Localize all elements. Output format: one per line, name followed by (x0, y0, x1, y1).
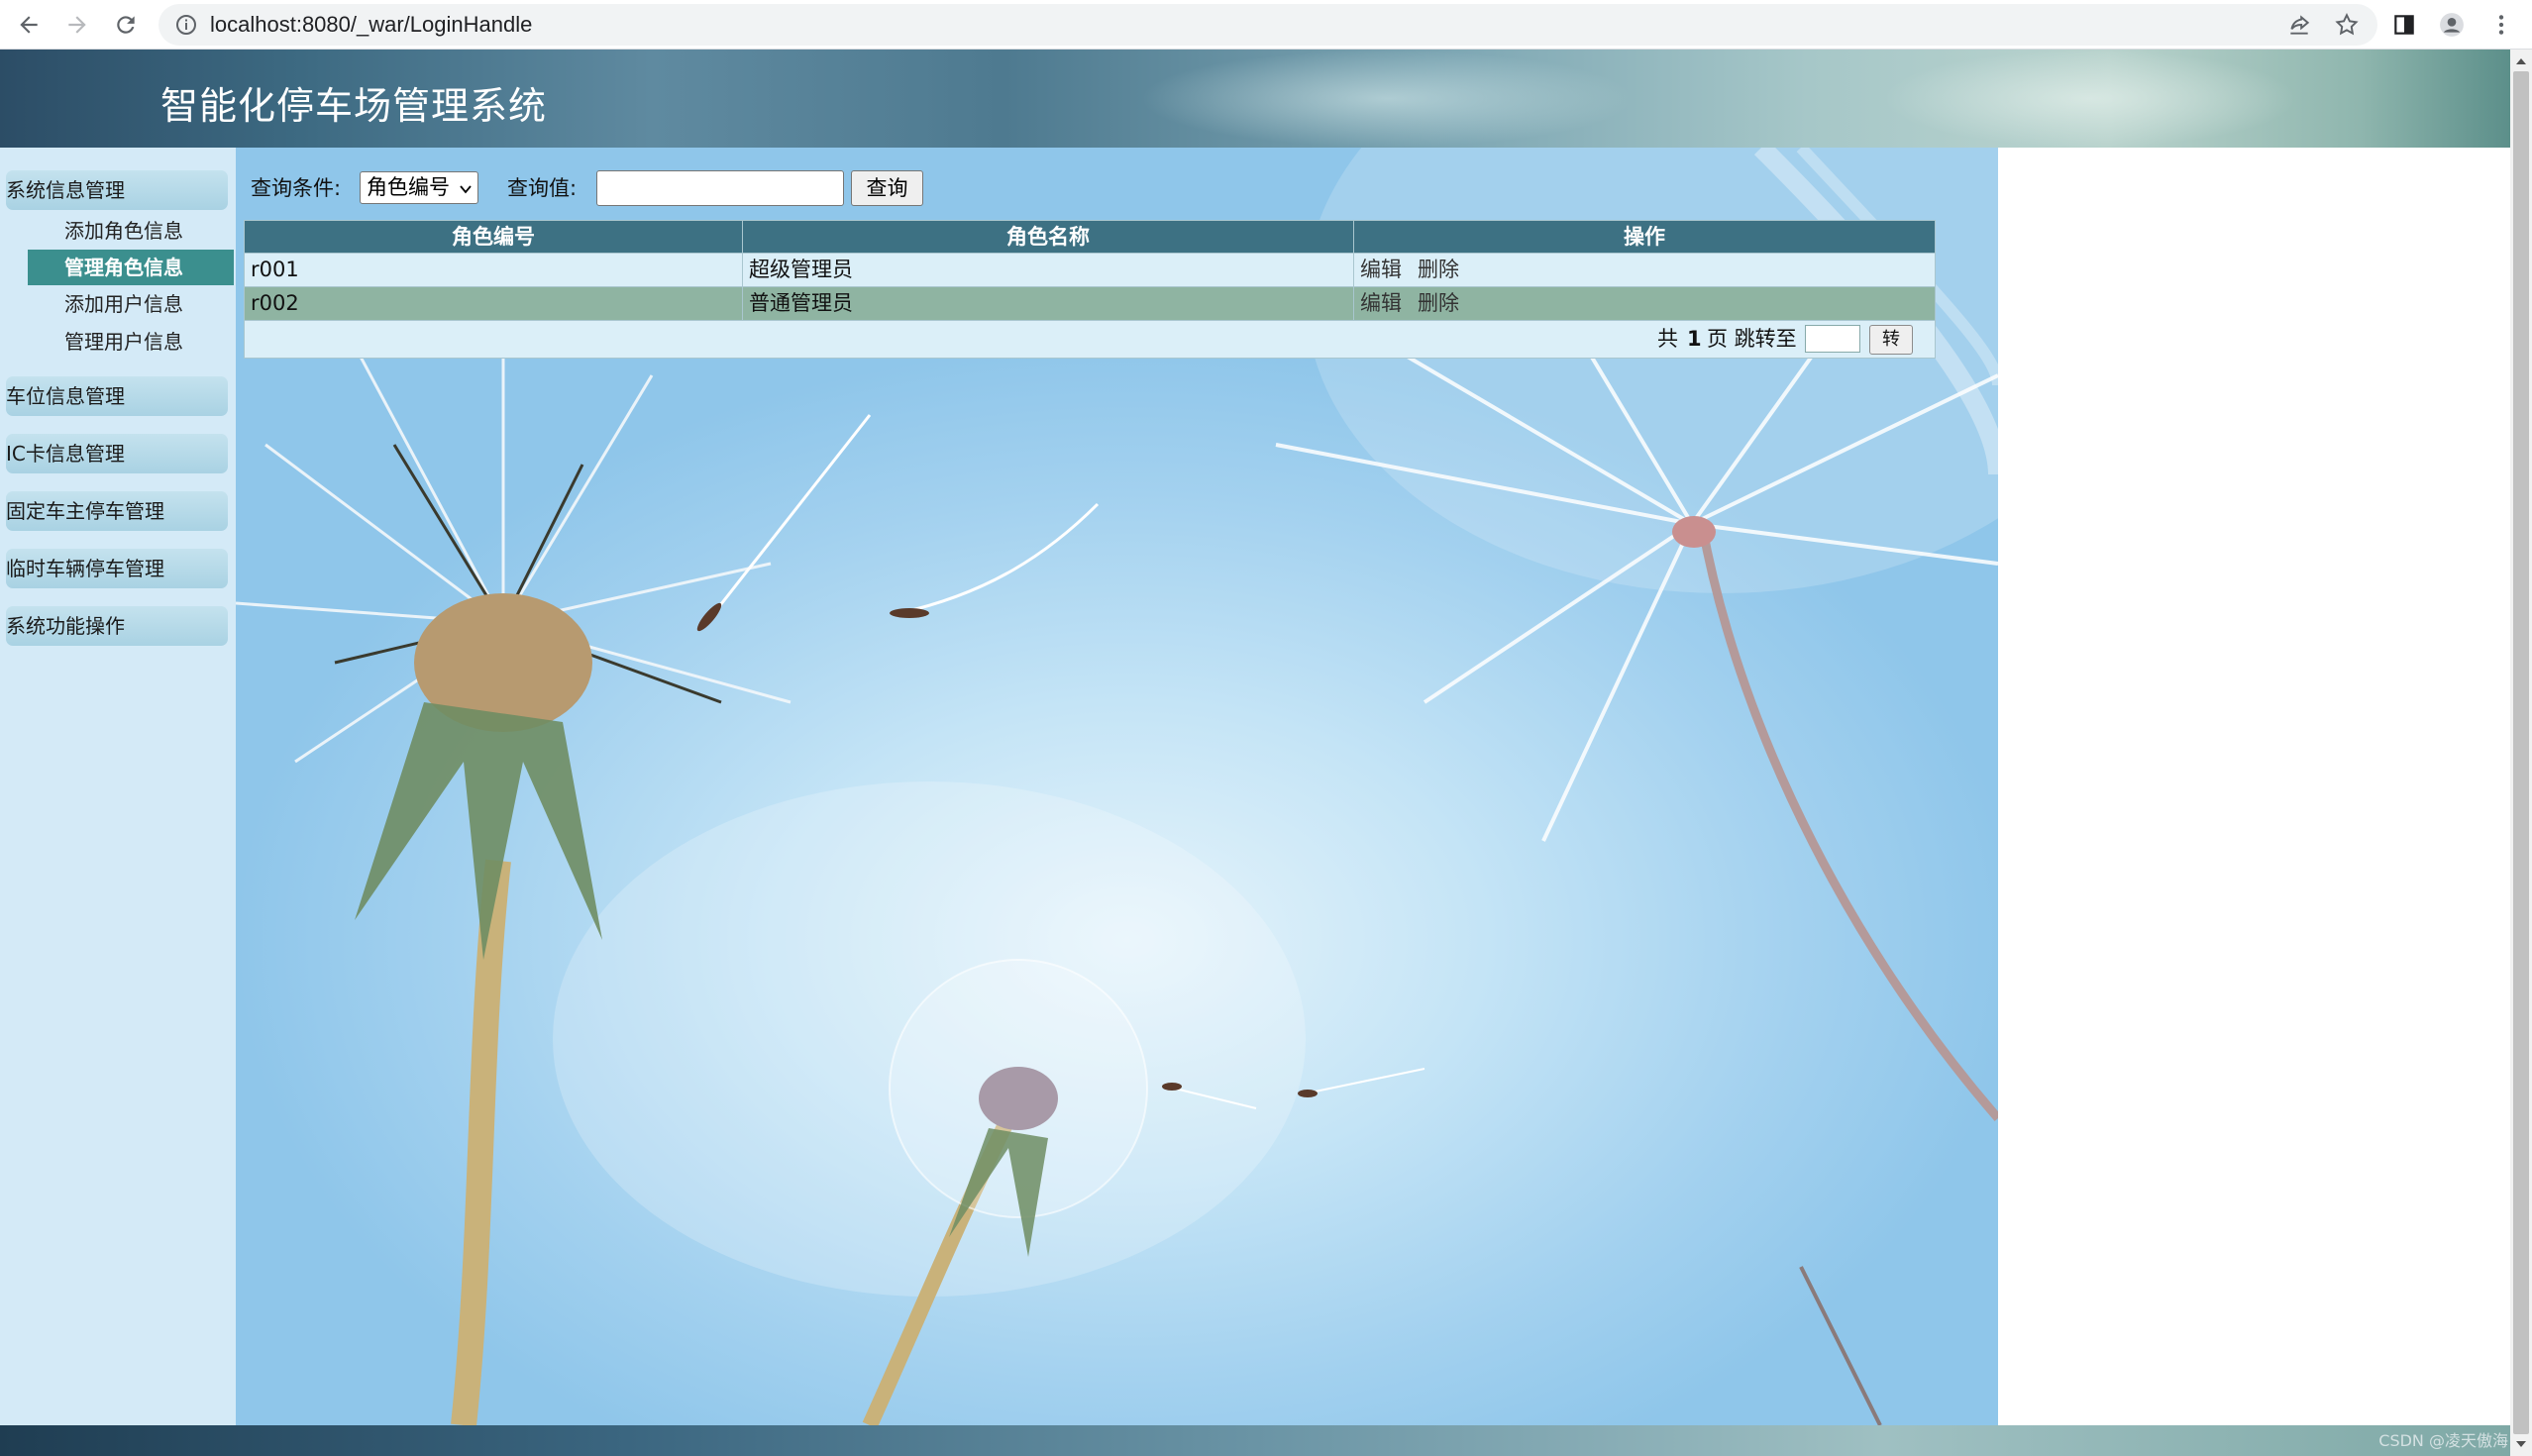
column-header-role-id: 角色编号 (245, 221, 743, 253)
page-footer (0, 1425, 2510, 1456)
role-table: 角色编号 角色名称 操作 r001 超级管理员 编辑 删除 r002 普通管理员… (244, 220, 1936, 359)
query-value-label: 查询值: (507, 176, 578, 200)
arrow-right-icon (68, 16, 86, 34)
header-decoration (1139, 50, 1635, 148)
menu-group-label: IC卡信息管理 (6, 442, 125, 466)
query-button[interactable]: 查询 (851, 170, 923, 206)
query-value-input[interactable] (596, 170, 844, 206)
menu-item-add-role[interactable]: 添加角色信息 (64, 213, 183, 249)
reload-button[interactable] (107, 6, 145, 44)
pager-suffix: 页 跳转至 (1707, 327, 1797, 351)
role-id-cell: r001 (245, 254, 743, 286)
table-header: 角色编号 角色名称 操作 (244, 220, 1936, 254)
side-panel-button[interactable] (2385, 6, 2423, 44)
page-header: 智能化停车场管理系统 (0, 50, 2510, 148)
delete-link[interactable]: 删除 (1418, 254, 1459, 286)
menu-group-label: 固定车主停车管理 (6, 499, 164, 523)
kebab-menu-icon (2498, 15, 2504, 35)
chevron-down-icon (460, 185, 472, 194)
arrow-left-icon (20, 16, 38, 34)
avatar-icon (2440, 13, 2464, 37)
pagination: 共 1 页 跳转至 转 (244, 321, 1936, 359)
star-icon (2335, 13, 2359, 36)
role-name-cell: 超级管理员 (743, 254, 1354, 286)
page-jump-input[interactable] (1805, 325, 1860, 353)
share-icon (2290, 15, 2310, 35)
menu-item-add-user[interactable]: 添加用户信息 (64, 286, 183, 322)
browser-menu-button[interactable] (2482, 6, 2520, 44)
page-margin (1998, 148, 2510, 1425)
query-condition-select[interactable]: 角色编号 (360, 171, 478, 204)
scroll-down-icon[interactable] (2515, 1438, 2527, 1450)
site-title: 智能化停车场管理系统 (160, 84, 548, 128)
bookmark-button[interactable] (2328, 6, 2366, 44)
table-row: r001 超级管理员 编辑 删除 (244, 254, 1936, 287)
scrollbar-thumb[interactable] (2513, 71, 2529, 1434)
pager-prefix: 共 (1657, 327, 1678, 351)
delete-link[interactable]: 删除 (1418, 287, 1459, 320)
back-button[interactable] (10, 6, 48, 44)
column-header-actions: 操作 (1624, 225, 1665, 249)
menu-item-manage-user[interactable]: 管理用户信息 (64, 324, 183, 360)
menu-group-fixed-owner[interactable]: 固定车主停车管理 (6, 491, 228, 531)
info-icon[interactable] (174, 13, 198, 37)
query-condition-label: 查询条件: (251, 176, 342, 200)
address-bar[interactable]: localhost:8080/_war/LoginHandle (158, 4, 2377, 46)
browser-toolbar: localhost:8080/_war/LoginHandle (0, 0, 2532, 50)
share-button[interactable] (2280, 6, 2318, 44)
forward-button[interactable] (58, 6, 96, 44)
side-panel-icon (2394, 15, 2414, 35)
menu-group-system-info[interactable]: 系统信息管理 (6, 170, 228, 210)
menu-group-parking-space[interactable]: 车位信息管理 (6, 376, 228, 416)
menu-group-label: 系统功能操作 (6, 614, 125, 638)
edit-link[interactable]: 编辑 (1360, 287, 1402, 320)
menu-group-temp-vehicle[interactable]: 临时车辆停车管理 (6, 549, 228, 588)
scroll-up-icon[interactable] (2515, 55, 2527, 67)
vertical-scrollbar[interactable] (2510, 50, 2532, 1456)
pager-total-pages: 1 (1687, 327, 1702, 351)
menu-item-manage-role[interactable]: 管理角色信息 (28, 250, 234, 285)
edit-link[interactable]: 编辑 (1360, 254, 1402, 286)
url-text[interactable]: localhost:8080/_war/LoginHandle (210, 4, 532, 46)
page-jump-button[interactable]: 转 (1869, 325, 1913, 355)
menu-group-ic-card[interactable]: IC卡信息管理 (6, 434, 228, 473)
menu-group-label: 车位信息管理 (6, 384, 125, 408)
profile-button[interactable] (2433, 6, 2471, 44)
menu-group-label: 临时车辆停车管理 (6, 557, 164, 580)
menu-group-system-functions[interactable]: 系统功能操作 (6, 606, 228, 646)
watermark: CSDN @凌天傲海 (2378, 1431, 2508, 1450)
role-id-cell: r002 (245, 287, 743, 320)
menu-group-label: 系统信息管理 (6, 178, 125, 202)
table-row: r002 普通管理员 编辑 删除 (244, 287, 1936, 321)
query-condition-value: 角色编号 (367, 175, 450, 199)
role-name-cell: 普通管理员 (743, 287, 1354, 320)
column-header-role-name: 角色名称 (743, 221, 1354, 253)
reload-icon (117, 16, 135, 34)
header-decoration (1882, 50, 2298, 148)
